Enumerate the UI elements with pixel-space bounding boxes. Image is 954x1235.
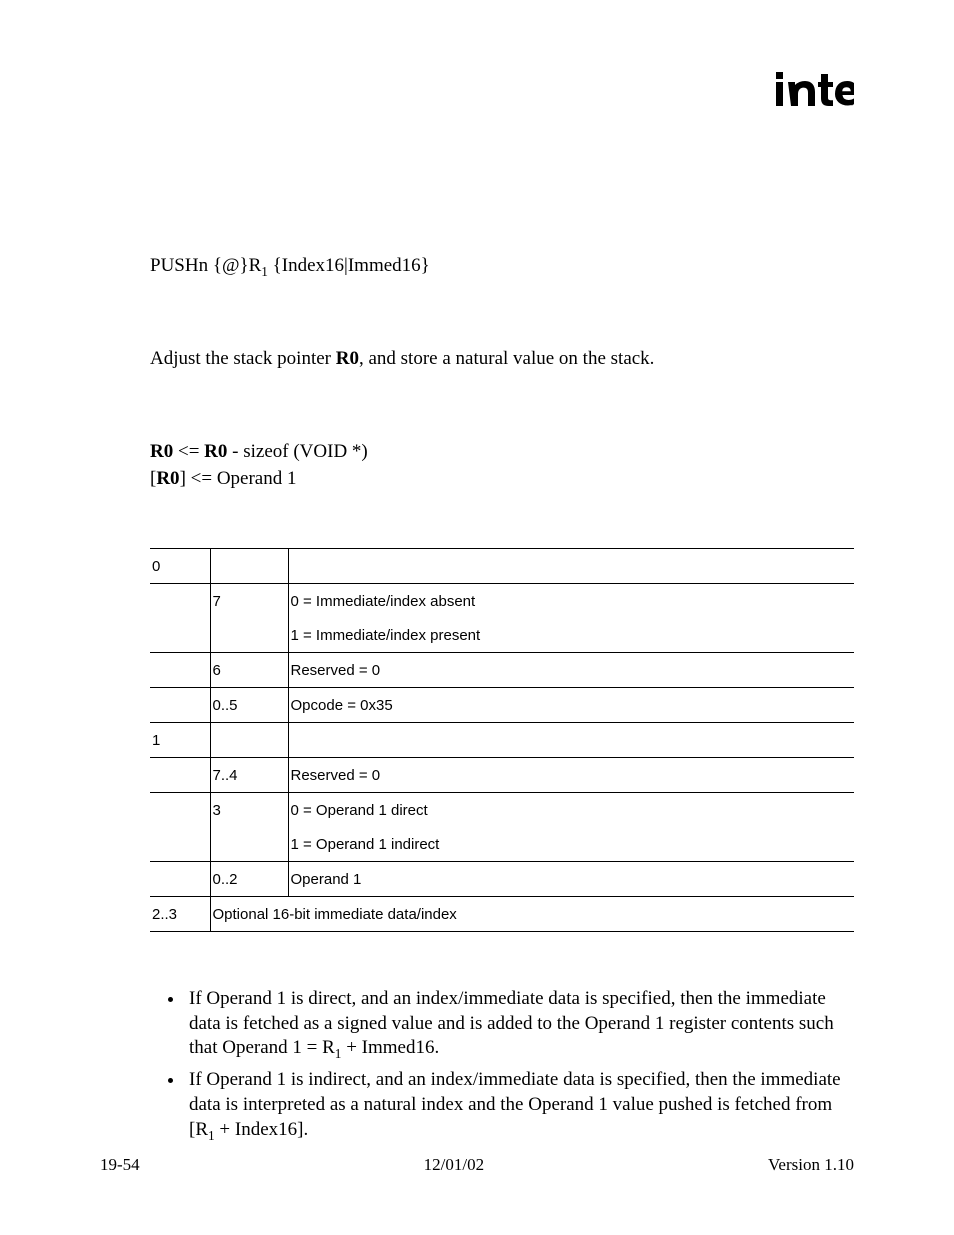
desc-cell: Operand 1 [288, 861, 854, 896]
desc-cell: Reserved = 0 [288, 652, 854, 687]
footer-date: 12/01/02 [424, 1155, 484, 1175]
byte-cell: 1 [150, 722, 210, 757]
table-row: 30 = Operand 1 direct [150, 792, 854, 827]
page-footer: 19-54 12/01/02 Version 1.10 [100, 1155, 854, 1175]
desc-cell: Optional 16-bit immediate data/index [210, 896, 854, 931]
table-row: 6Reserved = 0 [150, 652, 854, 687]
table-row: 0 [150, 549, 854, 584]
byte-cell [150, 757, 210, 792]
syntax-prefix: PUSHn {@}R [150, 255, 261, 276]
bits-cell [210, 549, 288, 584]
byte-cell: 0 [150, 549, 210, 584]
bits-cell: 0..2 [210, 861, 288, 896]
desc-cell [288, 722, 854, 757]
byte-cell: 2..3 [150, 896, 210, 931]
table-row: 2..3Optional 16-bit immediate data/index [150, 896, 854, 931]
desc-cell: Reserved = 0 [288, 757, 854, 792]
desc-cell: Opcode = 0x35 [288, 687, 854, 722]
encoding-table: 070 = Immediate/index absent1 = Immediat… [150, 548, 854, 932]
bits-cell: 7 [210, 583, 288, 618]
operation-block: R0 <= R0 - sizeof (VOID *) [R0] <= Opera… [150, 438, 854, 493]
table-row: 1 = Operand 1 indirect [150, 827, 854, 862]
reg-r0: R0 [336, 348, 359, 369]
table-row: 0..2Operand 1 [150, 861, 854, 896]
page-number: 19-54 [100, 1155, 140, 1175]
desc-cell: 1 = Operand 1 indirect [288, 827, 854, 862]
bits-cell: 0..5 [210, 687, 288, 722]
byte-cell [150, 792, 210, 827]
bits-cell [210, 827, 288, 862]
bits-cell: 3 [210, 792, 288, 827]
table-row: 7..4Reserved = 0 [150, 757, 854, 792]
description: Adjust the stack pointer R0, and store a… [150, 348, 854, 370]
byte-cell [150, 618, 210, 653]
byte-cell [150, 687, 210, 722]
list-item: If Operand 1 is indirect, and an index/i… [185, 1068, 854, 1143]
behavior-bullets: If Operand 1 is direct, and an index/imm… [150, 987, 854, 1144]
page-content: PUSHn {@}R1 {Index16|Immed16} Adjust the… [0, 0, 954, 1235]
intel-logo [774, 72, 854, 114]
table-row: 70 = Immediate/index absent [150, 583, 854, 618]
desc-cell: 0 = Operand 1 direct [288, 792, 854, 827]
byte-cell [150, 652, 210, 687]
desc-cell: 1 = Immediate/index present [288, 618, 854, 653]
syntax-suffix: {Index16|Immed16} [268, 255, 430, 276]
bits-cell: 7..4 [210, 757, 288, 792]
byte-cell [150, 583, 210, 618]
syntax-subscript: 1 [261, 264, 268, 279]
footer-version: Version 1.10 [768, 1155, 854, 1175]
desc-cell: 0 = Immediate/index absent [288, 583, 854, 618]
bits-cell: 6 [210, 652, 288, 687]
table-row: 1 [150, 722, 854, 757]
bits-cell [210, 722, 288, 757]
bits-cell [210, 618, 288, 653]
list-item: If Operand 1 is direct, and an index/imm… [185, 987, 854, 1062]
table-row: 0..5Opcode = 0x35 [150, 687, 854, 722]
desc-cell [288, 549, 854, 584]
byte-cell [150, 861, 210, 896]
byte-cell [150, 827, 210, 862]
table-row: 1 = Immediate/index present [150, 618, 854, 653]
syntax-line: PUSHn {@}R1 {Index16|Immed16} [150, 255, 854, 280]
